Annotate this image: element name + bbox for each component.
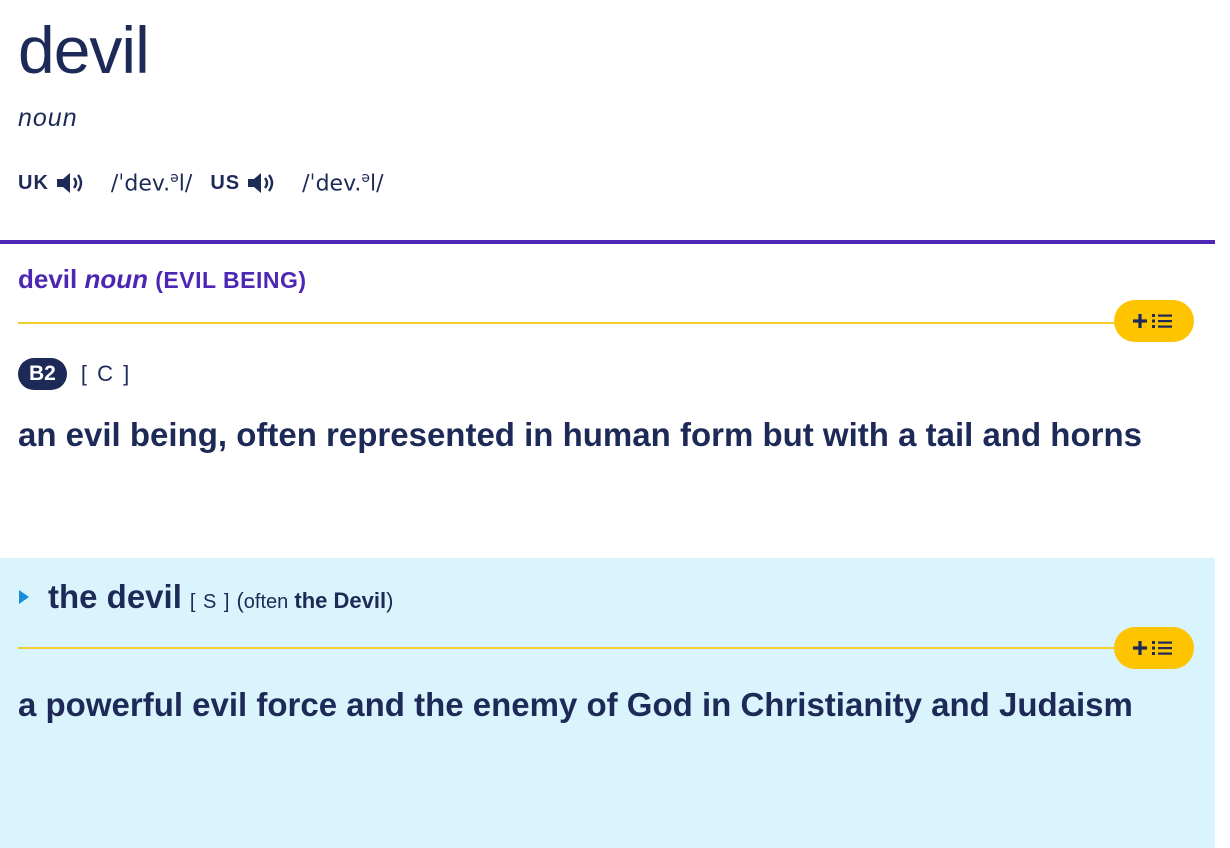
phrase-definition: a powerful evil force and the enemy of G…: [18, 686, 1133, 723]
add-phrase-to-word-list-button[interactable]: [1114, 627, 1194, 669]
uk-ipa: /ˈdev.əl/: [111, 170, 192, 196]
ipa-text: /ˈdev.: [302, 171, 362, 197]
sense-word: devil: [18, 264, 78, 294]
speaker-icon: [248, 173, 274, 193]
sense-pos: noun: [84, 264, 149, 294]
part-of-speech: noun: [18, 104, 78, 132]
ipa-text: l/: [178, 171, 193, 197]
grammar-code: [ C ]: [80, 361, 132, 386]
phrase-title: the devil: [48, 578, 182, 615]
paren-close: ): [386, 588, 394, 613]
ipa-superscript: ə: [170, 169, 179, 186]
us-audio-button[interactable]: [246, 171, 276, 195]
plus-list-icon: [1133, 641, 1172, 655]
pronunciation-row: UK /ˈdev.əl/ US /ˈdev.əl/: [18, 166, 402, 200]
phrase-variant: the Devil: [294, 588, 387, 613]
phrase-divider: [18, 647, 1128, 649]
header-divider: [0, 240, 1215, 244]
ipa-text: l/: [370, 171, 384, 197]
region-uk-label: UK: [18, 171, 49, 194]
headword: devil: [18, 13, 150, 87]
sense-definition: an evil being, often represented in huma…: [18, 416, 1142, 453]
cefr-level-badge: B2: [18, 358, 67, 390]
plus-list-icon: [1133, 314, 1172, 328]
uk-audio-button[interactable]: [55, 171, 85, 195]
phrase-note-word: often: [243, 591, 289, 613]
speaker-icon: [56, 173, 83, 193]
ipa-text: /ˈdev.: [110, 171, 171, 197]
phrase-grammar-code: [ S ]: [189, 591, 231, 613]
triangle-right-icon[interactable]: [18, 588, 30, 606]
ipa-superscript: ə: [361, 169, 370, 186]
region-us-label: US: [210, 171, 241, 194]
level-row: B2 [ C ]: [18, 358, 131, 390]
phrase-row: the devil [ S ] (often the Devil): [18, 578, 393, 616]
paren-open: (: [236, 588, 244, 613]
phrase-note: (often the Devil): [236, 588, 393, 614]
sense-guideword: (EVIL BEING): [155, 267, 307, 293]
add-to-word-list-button[interactable]: [1114, 300, 1194, 342]
sense-header: devil noun (EVIL BEING): [18, 264, 307, 295]
us-ipa: /ˈdev.əl/: [302, 170, 383, 196]
sense-divider: [18, 322, 1128, 324]
dictionary-entry: devil noun UK /ˈdev.əl/ US /ˈdev.əl/ dev…: [0, 0, 1230, 848]
